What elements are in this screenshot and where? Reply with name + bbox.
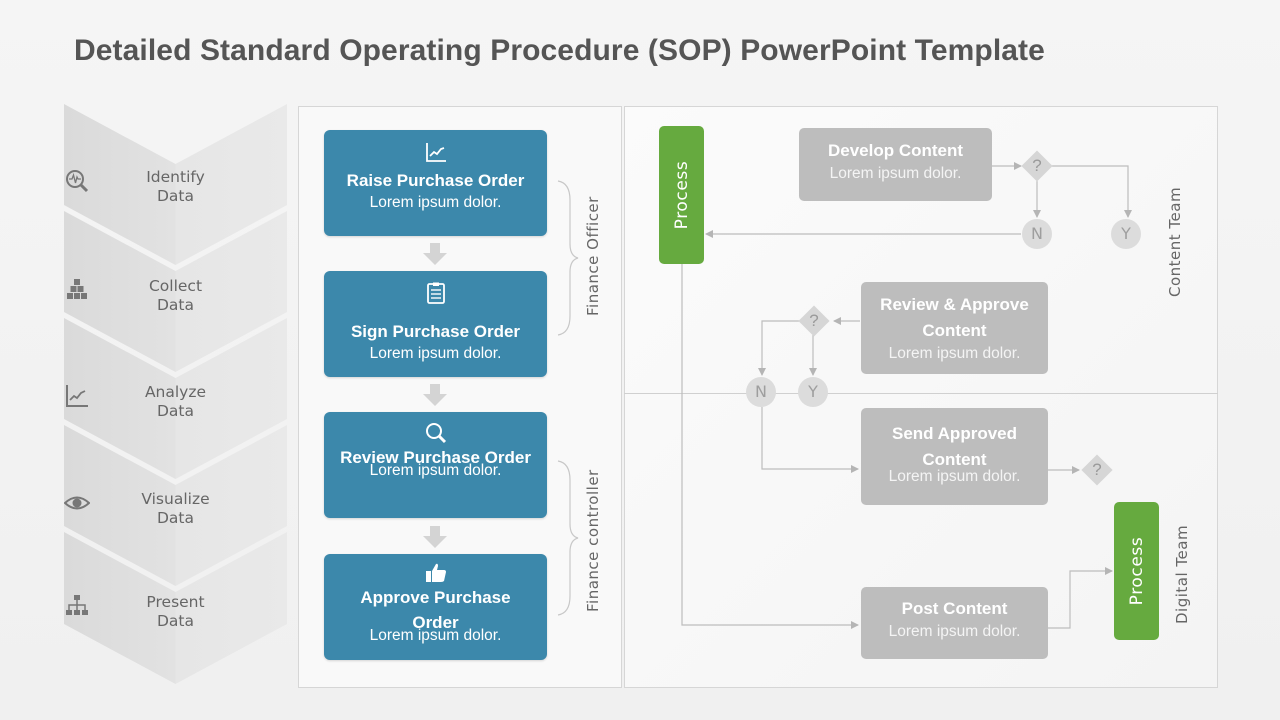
step-collect-data: Collect Data [64, 277, 287, 315]
step-label-line1: Analyze [144, 383, 207, 401]
step-label-line1: Collect [148, 277, 203, 295]
down-arrow-icon [423, 243, 447, 265]
no-node: N [1022, 219, 1052, 249]
finance-controller-brace [557, 460, 579, 616]
role-label-finance-officer: Finance Officer [584, 196, 602, 316]
process-box-bottom[interactable]: Process [1114, 502, 1159, 640]
review-approve-content-box[interactable]: Review & Approve Content Lorem ipsum dol… [861, 282, 1048, 374]
step-label-line2: Data [156, 187, 194, 205]
line-chart-icon [66, 385, 88, 407]
step-visualize-data: Visualize Data [64, 490, 287, 528]
box-subtitle: Lorem ipsum dolor. [369, 345, 502, 362]
line-chart-icon [425, 143, 446, 162]
team-label-digital: Digital Team [1173, 524, 1191, 624]
approve-purchase-order-box[interactable]: Approve Purchase Order Lorem ipsum dolor… [324, 554, 547, 660]
step-label-line2: Data [156, 296, 194, 314]
box-title: Review & Approve Content [880, 295, 1029, 340]
finance-officer-brace [557, 180, 579, 336]
step-present-data: Present Data [64, 593, 287, 631]
review-purchase-order-box[interactable]: Review Purchase Order Lorem ipsum dolor. [324, 412, 547, 518]
raise-purchase-order-box[interactable]: Raise Purchase Order Lorem ipsum dolor. [324, 130, 547, 236]
step-analyze-data: Analyze Data [64, 383, 287, 421]
box-subtitle: Lorem ipsum dolor. [369, 194, 502, 211]
decision-symbol: ? [1032, 156, 1042, 175]
thumbs-up-icon [425, 563, 446, 582]
box-subtitle: Lorem ipsum dolor. [888, 468, 1021, 485]
step-label-line2: Data [156, 402, 194, 420]
yes-node: Y [1111, 219, 1141, 249]
process-label: Process [671, 160, 692, 230]
develop-content-box[interactable]: Develop Content Lorem ipsum dolor. [799, 128, 992, 201]
box-title: Develop Content [827, 141, 964, 160]
eye-icon [64, 496, 90, 510]
no-node: N [746, 377, 776, 407]
data-search-icon [66, 170, 89, 193]
down-arrow-icon [423, 384, 447, 406]
swimlane-divider [624, 393, 1218, 394]
box-subtitle: Lorem ipsum dolor. [829, 165, 962, 182]
box-title: Post Content [901, 599, 1008, 618]
process-box-top[interactable]: Process [659, 126, 704, 264]
down-arrow-icon [423, 526, 447, 548]
step-label-line1: Visualize [141, 490, 210, 508]
step-label-line1: Identify [146, 168, 205, 186]
step-label-line1: Present [146, 593, 205, 611]
send-approved-content-box[interactable]: Send Approved Content Lorem ipsum dolor. [861, 408, 1048, 505]
sign-purchase-order-box[interactable]: Sign Purchase Order Lorem ipsum dolor. [324, 271, 547, 377]
boxes-stack-icon [67, 279, 87, 299]
step-identify-data: Identify Data [64, 168, 287, 206]
step-label-line2: Data [156, 509, 194, 527]
team-label-content: Content Team [1166, 186, 1184, 297]
box-subtitle: Lorem ipsum dolor. [888, 623, 1021, 640]
step-label-line2: Data [156, 612, 194, 630]
org-chart-icon [66, 595, 88, 615]
clipboard-icon [426, 282, 445, 304]
search-icon [425, 423, 446, 444]
decision-symbol: ? [809, 311, 819, 330]
slide-title: Detailed Standard Operating Procedure (S… [74, 34, 1045, 67]
role-label-finance-controller: Finance controller [584, 469, 602, 612]
process-steps-chevrons: Identify Data Collect Data Analyze Data … [64, 104, 287, 684]
box-title: Send Approved Content [892, 424, 1017, 469]
post-content-box[interactable]: Post Content Lorem ipsum dolor. [861, 587, 1048, 659]
decision-symbol: ? [1092, 460, 1102, 479]
box-title: Raise Purchase Order [346, 171, 525, 190]
yes-node: Y [798, 377, 828, 407]
process-label: Process [1126, 536, 1147, 606]
box-subtitle: Lorem ipsum dolor. [888, 345, 1021, 362]
box-subtitle: Lorem ipsum dolor. [369, 627, 502, 644]
box-title: Sign Purchase Order [350, 322, 521, 341]
